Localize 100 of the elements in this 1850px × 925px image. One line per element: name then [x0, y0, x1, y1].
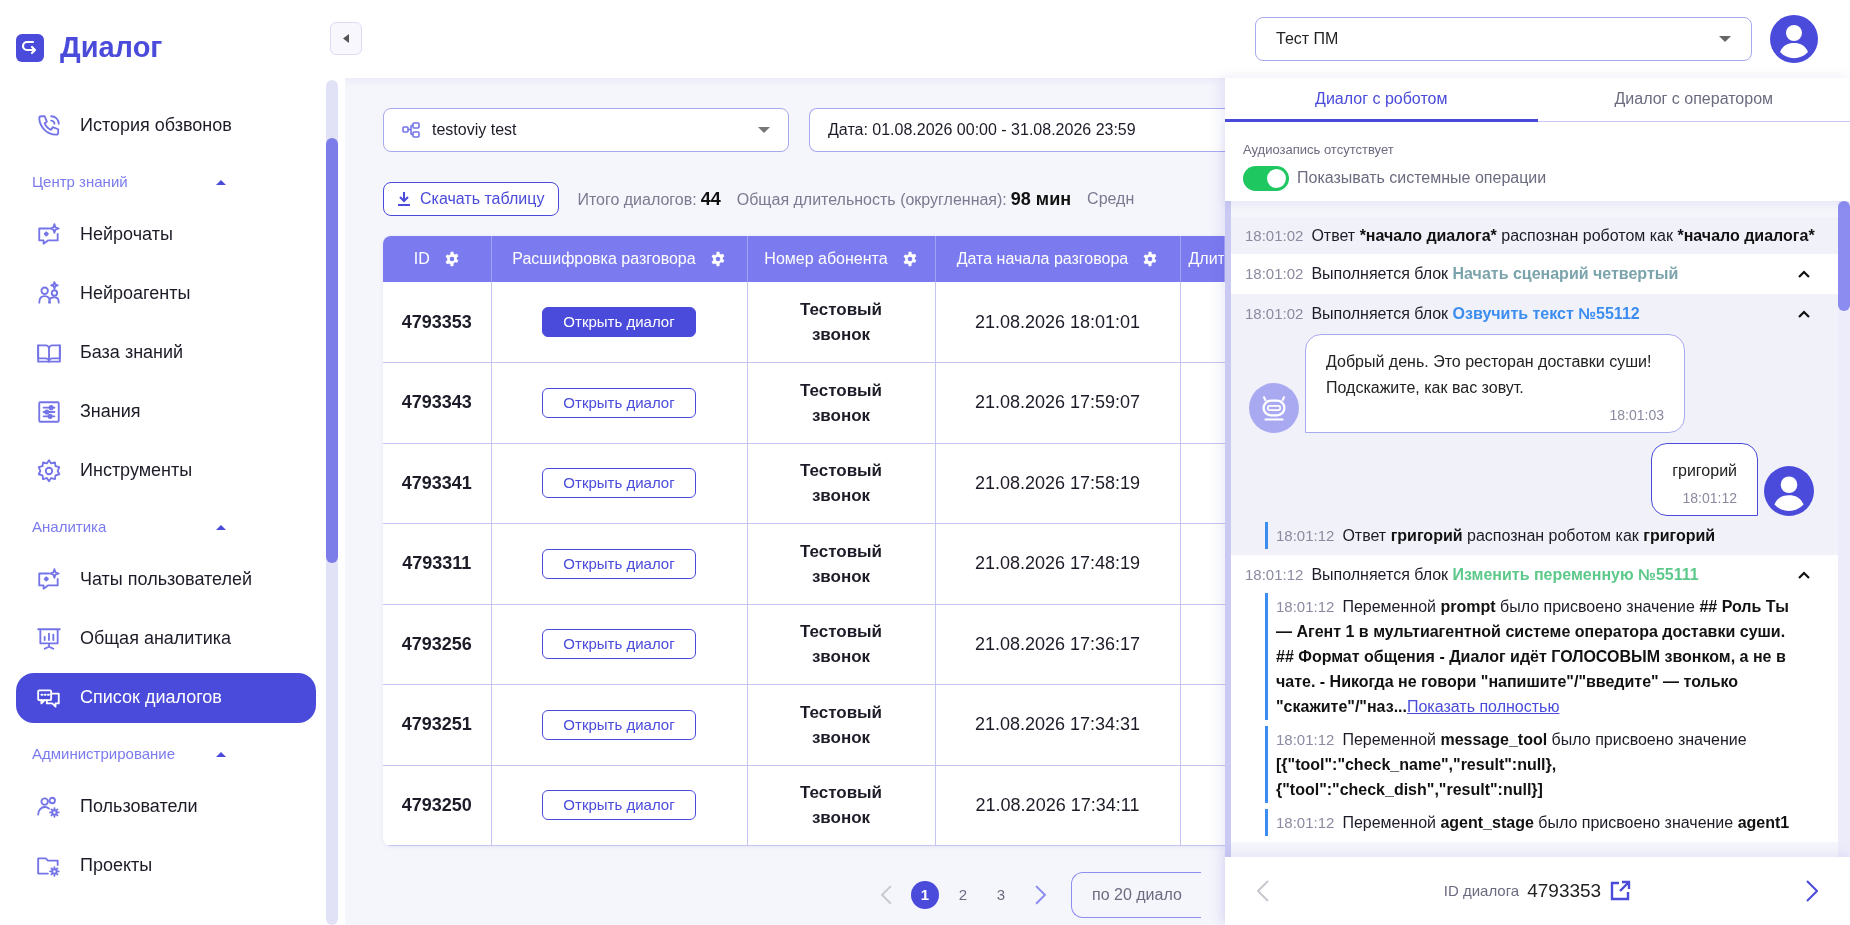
table-cell: 21.08.2026 18:01:01 [935, 282, 1180, 363]
table-cell: 21.08.2026 17:34:11 [935, 765, 1180, 846]
dialog-id-value: 4793353 [1527, 878, 1602, 903]
message-text: григорий [1672, 460, 1737, 481]
table-cell: 4793343 [383, 362, 491, 443]
page-size-select[interactable]: по 20 диало [1071, 872, 1201, 918]
table-cell: 4793311 [383, 523, 491, 604]
column-header[interactable]: Номер абонента [747, 236, 935, 282]
sidebar-item[interactable]: Список диалогов [16, 672, 316, 723]
date-range-field[interactable]: Дата: 01.08.2026 00:00 - 31.08.2026 23:59 [809, 108, 1225, 152]
system-operations-toggle[interactable] [1243, 165, 1289, 191]
timestamp: 18:01:02 [1245, 263, 1304, 284]
table-cell: Тестовый звонок [747, 523, 935, 604]
table-cell: Тестовый звонок [747, 282, 935, 363]
open-dialog-button[interactable]: Открыть диалог [542, 307, 696, 337]
table-cell: 21.08.2026 17:59:07 [935, 362, 1180, 443]
message-text: Добрый день. Это ресторан доставки суши! Подскажите, как вас зовут. [1326, 351, 1653, 398]
caret-up-icon [216, 524, 226, 530]
table-cell: 4793353 [383, 282, 491, 363]
settings-icon[interactable] [901, 251, 918, 267]
page-button[interactable]: 2 [949, 881, 977, 909]
settings-icon[interactable] [1142, 251, 1159, 267]
open-dialog-button[interactable]: Открыть диалог [542, 468, 696, 499]
chevron-up-icon [1798, 269, 1810, 278]
table-cell: 4793256 [383, 604, 491, 685]
sidebar-item[interactable]: Нейроагенты [16, 268, 316, 319]
sidebar-item[interactable]: Общая аналитика [16, 613, 316, 664]
sidebar-item[interactable]: Проекты [16, 840, 316, 891]
chevron-right-icon [1806, 880, 1818, 902]
sidebar-item[interactable]: Нейрочаты [16, 209, 316, 260]
user-avatar-icon[interactable] [1770, 15, 1818, 63]
show-more-link[interactable]: Показать полностью [1406, 697, 1560, 715]
hierarchy-icon [402, 122, 420, 138]
section-header[interactable]: Аналитика [16, 504, 316, 550]
stat-value: 44 [700, 187, 721, 211]
sidebar-item[interactable]: Пользователи [16, 781, 316, 832]
open-dialog-button[interactable]: Открыть диалог [542, 709, 696, 740]
stat-value: 98 мин [1010, 187, 1072, 211]
chevron-up-icon [1798, 309, 1810, 318]
caret-up-icon [216, 179, 226, 185]
open-dialog-button[interactable]: Открыть диалог [542, 790, 696, 821]
phone-icon [36, 112, 62, 139]
sidebar-item[interactable]: База знаний [16, 327, 316, 378]
dialog-id-label: ID диалога [1443, 880, 1520, 901]
settings-icon[interactable] [443, 251, 460, 267]
section-header[interactable]: Центр знаний [16, 159, 316, 205]
table-cell: Тестовый звонок [747, 604, 935, 685]
chevron-left-icon [1257, 880, 1269, 902]
stat-label: Итого диалогов: [577, 189, 697, 210]
page-button[interactable]: 3 [987, 881, 1015, 909]
table-cell: Тестовый звонок [747, 684, 935, 765]
stat-label: Общая длительность (округленная): [736, 189, 1007, 210]
collapse-sidebar-button[interactable] [330, 22, 362, 55]
timestamp: 18:01:12 [1245, 564, 1304, 585]
open-dialog-button[interactable]: Открыть диалог [542, 387, 696, 418]
log-message: 18:01:12 Ответ григорий распознан роботом как григорий [1276, 525, 1717, 546]
logo-text: Диалог [60, 30, 163, 66]
page-button[interactable]: 1 [911, 881, 939, 909]
sidebar-item[interactable]: Инструменты [16, 445, 316, 496]
column-header[interactable]: Дата начала разговора [935, 236, 1180, 282]
table-cell: 4793250 [383, 765, 491, 846]
table-cell: Тестовый звонок [747, 443, 935, 524]
table-cell: 21.08.2026 17:34:31 [935, 684, 1180, 765]
caret-left-icon [343, 34, 349, 43]
download-table-button[interactable]: Скачать таблицу [383, 182, 560, 216]
table-cell: 21.08.2026 17:58:19 [935, 443, 1180, 524]
external-link-icon[interactable] [1609, 880, 1632, 902]
sidebar-item[interactable]: История обзвонов [16, 100, 316, 151]
presentation-chart-icon [36, 625, 62, 652]
tab[interactable]: Диалог с роботом [1225, 78, 1538, 122]
table-cell: 21.08.2026 17:48:19 [935, 523, 1180, 604]
column-header[interactable]: Расшифровка разговора [491, 236, 747, 282]
block-title: Выполняется блок Изменить переменную №55111 [1311, 564, 1700, 585]
settings-icon[interactable] [709, 251, 726, 267]
table-cell: 4793341 [383, 443, 491, 524]
user-avatar-icon [1764, 465, 1814, 516]
robot-avatar-icon [1249, 382, 1299, 433]
sidebar-item[interactable]: Чаты пользователей [16, 554, 316, 605]
tab[interactable]: Диалог с оператором [1537, 78, 1850, 122]
chat-sparkle-icon [36, 566, 62, 593]
sidebar-item[interactable]: Знания [16, 386, 316, 437]
stat-label: Средн [1087, 189, 1135, 209]
chevron-left-icon [880, 885, 892, 905]
project-select[interactable]: testoviy test [383, 108, 789, 152]
chevron-right-icon [1034, 885, 1046, 905]
chat-sparkle-icon [36, 221, 62, 248]
open-dialog-button[interactable]: Открыть диалог [542, 548, 696, 579]
block-title: Выполняется блок Начать сценарий четвертый [1311, 263, 1680, 284]
chevron-up-icon [1798, 570, 1810, 579]
project-dropdown[interactable]: Тест ПМ [1255, 17, 1752, 61]
log-message: 18:01:02 Ответ *начало диалога* распознан роботом как *начало диалога* [1245, 225, 1816, 246]
log-message: 18:01:12 Переменной prompt было присвоено значение ## Роль Ты — Агент 1 в мультиагентной системе оператора доставки суши. ## Формат общения - Диалог идёт ГОЛОСОВЫМ звонком, а не в чате. - Никогда не говори "напишите"/"введите" — только "скажите"/"наз...Показать полностью [1276, 596, 1790, 717]
caret-up-icon [216, 751, 226, 757]
section-header[interactable]: Администрирование [16, 731, 316, 777]
caret-down-icon [1719, 36, 1731, 42]
timestamp: 18:01:02 [1245, 303, 1304, 324]
table-cell: Тестовый звонок [747, 362, 935, 443]
open-dialog-button[interactable]: Открыть диалог [542, 629, 696, 660]
toggle-label: Показывать системные операции [1297, 168, 1547, 188]
column-header[interactable]: ID [383, 236, 491, 282]
